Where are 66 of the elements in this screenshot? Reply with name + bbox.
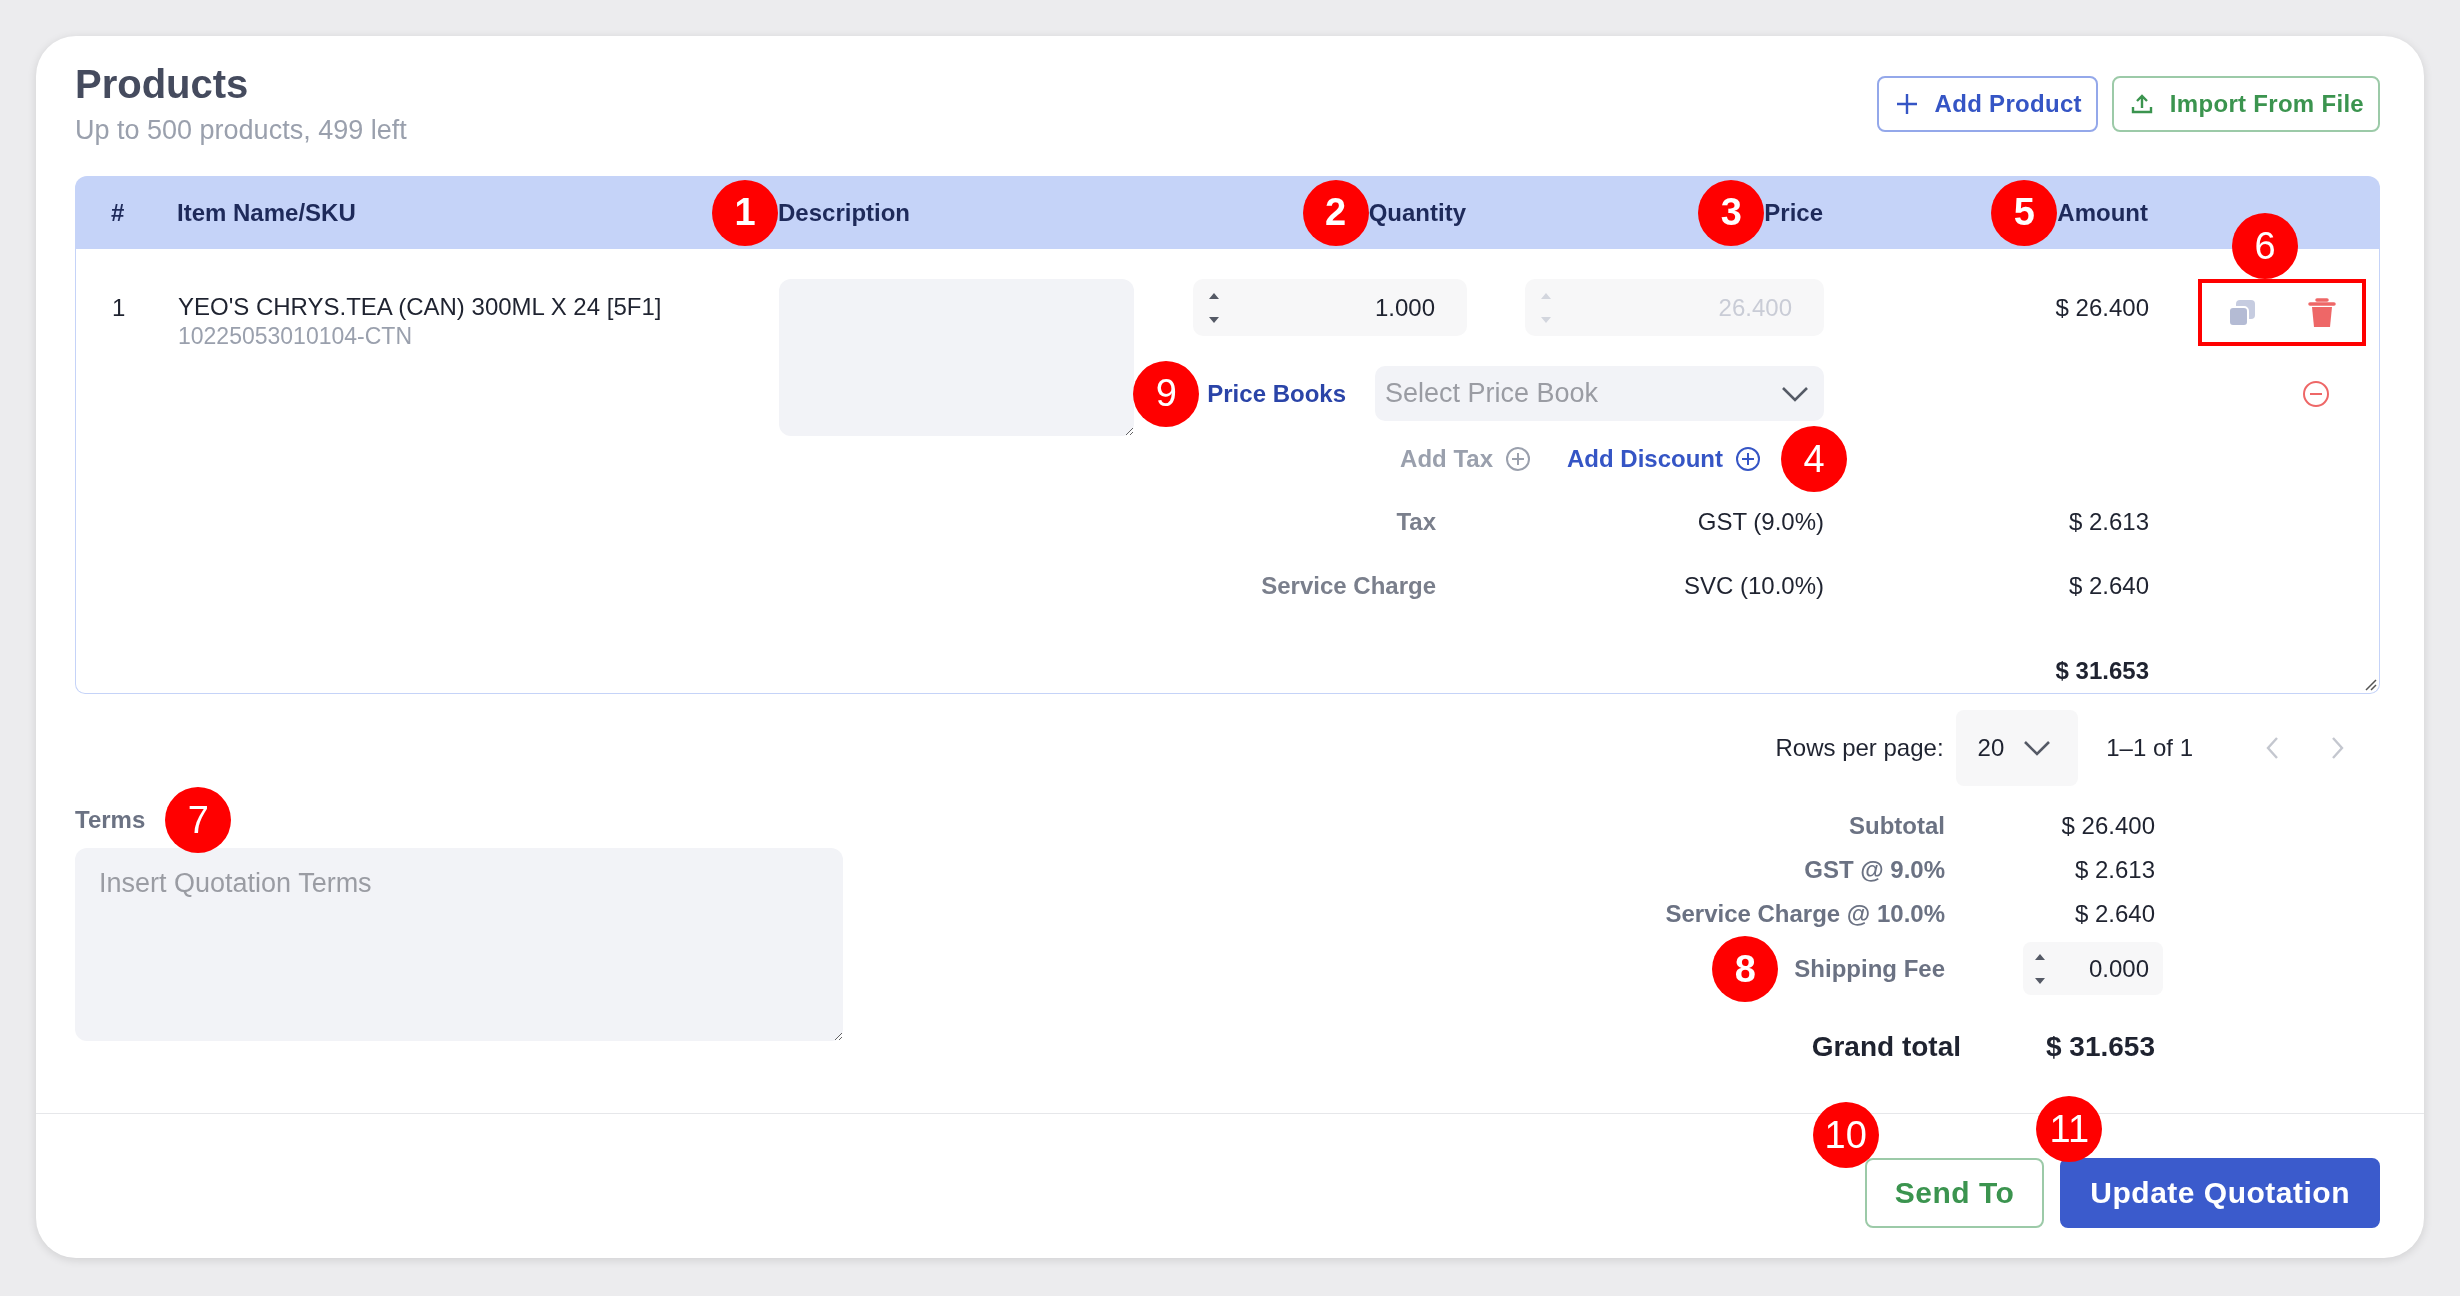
callout-badge: 6 [2232, 213, 2298, 279]
resize-grip-icon [2363, 677, 2377, 691]
charge-label: Tax [1396, 508, 1436, 536]
line-total: $ 31.653 [2055, 657, 2149, 685]
item-name: YEO'S CHRYS.TEA (CAN) 300ML X 24 [5F1] [178, 293, 663, 321]
callout-badge: 11 [2036, 1096, 2103, 1162]
update-quotation-button[interactable]: Update Quotation [2060, 1158, 2380, 1228]
remove-button[interactable] [2302, 379, 2330, 408]
charge-name: GST (9.0%) [1697, 508, 1824, 536]
callout-badge: 7 [165, 787, 232, 853]
rows-per-page-label: Rows per page: [1775, 734, 1944, 762]
callout-badge: 4 [1781, 426, 1847, 492]
chevron-down-icon [2022, 739, 2053, 757]
shipping-fee-field[interactable]: 0.000 [2023, 942, 2163, 995]
chevron-down-icon [1780, 384, 1810, 403]
column-header: # [111, 198, 125, 227]
summary-value: $ 2.640 [2074, 900, 2156, 928]
plus-icon [1894, 92, 1919, 116]
column-header: Price [1764, 198, 1823, 227]
summary-label: GST @ 9.0% [1804, 855, 1945, 885]
summary-value: $ 26.400 [2061, 812, 2156, 840]
charge-amount: $ 2.613 [2068, 508, 2149, 536]
callout-badge: 10 [1812, 1102, 1879, 1168]
charge-name: SVC (10.0%) [1683, 572, 1824, 600]
terms-label: Terms [75, 806, 146, 834]
delete-button[interactable] [2307, 296, 2337, 329]
callout-badge: 2 [1302, 179, 1369, 246]
section-title: Products [75, 62, 250, 107]
column-header: Amount [2057, 198, 2148, 227]
summary-label: Subtotal [1849, 811, 1945, 841]
plus-circle-icon [1735, 446, 1761, 472]
column-header: Quantity [1368, 198, 1466, 227]
column-header: Item Name/SKU [177, 198, 356, 227]
send-to-button[interactable]: Send To [1864, 1158, 2045, 1228]
callout-badge: 9 [1133, 360, 1200, 427]
quantity-field[interactable]: 1.000 [1193, 279, 1467, 336]
charge-amount: $ 2.640 [2068, 572, 2149, 600]
duplicate-button[interactable] [2227, 297, 2257, 328]
minus-circle-icon [2302, 379, 2330, 408]
column-header: Description [778, 198, 911, 227]
page-range: 1–1 of 1 [2106, 734, 2193, 762]
callout-badge: 1 [712, 179, 778, 246]
summary-label: Shipping Fee [1794, 953, 1945, 984]
add-button[interactable]: Add Product [1876, 76, 2098, 132]
trash-icon [2307, 296, 2337, 329]
callout-badge: 5 [1991, 179, 2058, 246]
description-field[interactable] [779, 279, 1134, 436]
item-sku: 10225053010104-CTN [178, 323, 413, 350]
price-books-link[interactable]: Price Books [1207, 379, 1346, 408]
summary-label: Service Charge @ 10.0% [1665, 899, 1945, 929]
upload-icon [2129, 92, 2154, 116]
summary-value: $ 2.613 [2074, 856, 2156, 884]
callout-badge: 8 [1712, 935, 1779, 1002]
plus-circle-icon [1505, 446, 1531, 472]
grand-total-value: $ 31.653 [2046, 1031, 2156, 1063]
terms-field[interactable]: Insert Quotation Terms [75, 848, 843, 1041]
grand-total-label: Grand total [1811, 1031, 1961, 1063]
copy-icon [2227, 297, 2257, 328]
add-discount-button[interactable]: Add Discount [1567, 445, 1761, 473]
rows-per-page-dropdown[interactable]: 20 [1955, 710, 2079, 786]
amount-value: $ 26.400 [2055, 293, 2149, 322]
callout-badge: 3 [1698, 179, 1765, 246]
import-button[interactable]: Import From File [2111, 76, 2380, 132]
charge-label: Service Charge [1261, 572, 1436, 600]
row-number: 1 [111, 293, 127, 322]
product-limit-text: Up to 500 products, 499 left [75, 115, 407, 146]
